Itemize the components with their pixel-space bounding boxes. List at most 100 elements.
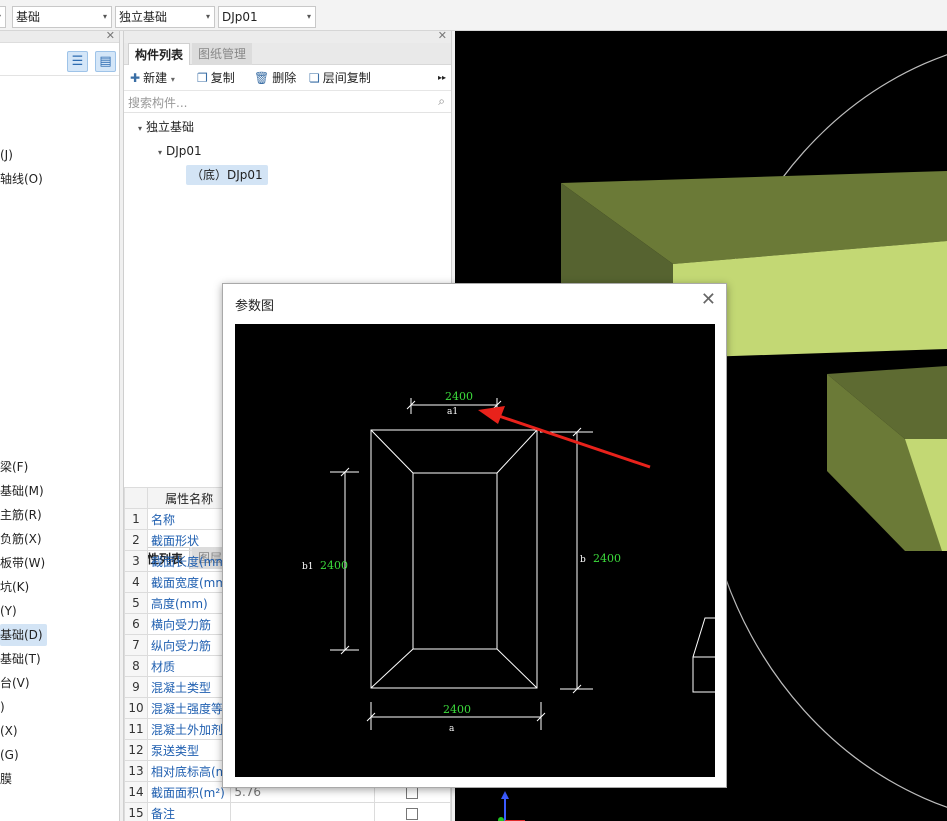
row-number: 9 <box>124 676 148 698</box>
nav-item-label: 基础(M) <box>0 484 44 498</box>
row-number: 5 <box>124 592 148 614</box>
nav-item[interactable]: 台(V) <box>0 672 30 694</box>
trash-icon: 🗑 <box>254 71 270 85</box>
property-name: 截面长度(mm <box>146 550 232 572</box>
nav-item-label: ) <box>0 700 5 714</box>
row-number: 11 <box>124 718 148 740</box>
new-icon: ✚ <box>130 71 141 85</box>
chevron-down-icon: ▾ <box>170 75 175 84</box>
property-value[interactable] <box>230 802 375 821</box>
property-name: 名称 <box>146 508 232 530</box>
row-number: 13 <box>124 760 148 782</box>
copy-icon: ❐ <box>197 71 208 85</box>
floor-copy-button-label: 层间复制 <box>322 71 371 85</box>
floor-selector[interactable]: 基础 ▾ <box>12 6 112 28</box>
navigation-panel: ✕ ☰ ▤ (J) 轴线(O) 梁(F) 基础(M) 主筋(R) 负筋(X) 板… <box>0 29 120 821</box>
parameter-diagram-dialog: 参数图 ✕ 2400 a1 b1 2400 b 2400 2400 a <box>222 283 727 788</box>
nav-item[interactable]: 主筋(R) <box>0 504 42 526</box>
nav-item[interactable]: (X) <box>0 720 18 742</box>
chevron-down-icon: ▾ <box>102 12 107 21</box>
close-icon[interactable]: ✕ <box>106 29 115 42</box>
dialog-title: 参数图 <box>235 299 275 314</box>
bottom-dimension-param: a <box>449 724 455 734</box>
nav-item[interactable]: ) <box>0 696 5 718</box>
prev-selector-fragment[interactable]: ▾ <box>0 6 6 28</box>
nav-item[interactable]: 基础(T) <box>0 648 41 670</box>
footing-outline <box>370 429 538 689</box>
row-number: 1 <box>124 508 148 530</box>
component-search[interactable]: 搜索构件... ⌕ <box>124 91 451 113</box>
tree-node-category[interactable]: ▾ 独立基础 <box>138 117 194 137</box>
nav-item[interactable]: (G) <box>0 744 19 766</box>
nav-item[interactable]: 梁(F) <box>0 456 28 478</box>
navigation-toolbar: ☰ ▤ <box>0 43 119 76</box>
property-name: 泵送类型 <box>146 739 232 761</box>
row-number: 3 <box>124 550 148 572</box>
new-button-label: 新建 <box>143 71 168 85</box>
nav-item[interactable]: (J) <box>0 144 13 166</box>
attach-checkbox[interactable] <box>406 807 419 820</box>
component-selector-value: DJp01 <box>222 10 258 24</box>
tab-component-list[interactable]: 构件列表 <box>128 43 191 65</box>
row-number: 8 <box>124 655 148 677</box>
table-header-name: 属性名称 <box>146 487 232 509</box>
row-number: 2 <box>124 529 148 551</box>
row-number: 6 <box>124 613 148 635</box>
row-number: 12 <box>124 739 148 761</box>
nav-item[interactable]: 负筋(X) <box>0 528 42 550</box>
tab-drawing-management[interactable]: 图纸管理 <box>192 43 253 65</box>
copy-button-label: 复制 <box>210 71 235 85</box>
component-tabs: 构件列表 图纸管理 <box>124 43 451 65</box>
nav-item[interactable]: 坑(K) <box>0 576 29 598</box>
nav-item[interactable]: 膜 <box>0 768 12 790</box>
property-name: 横向受力筋 <box>146 613 232 635</box>
top-selector-bar: ▾ 基础 ▾ 独立基础 ▾ DJp01 ▾ <box>0 0 947 31</box>
nav-item-label: 主筋(R) <box>0 508 42 522</box>
property-name: 备注 <box>146 802 232 821</box>
close-button[interactable]: ✕ <box>701 291 716 309</box>
close-icon[interactable]: ✕ <box>438 29 447 42</box>
table-row[interactable]: 15 备注 <box>124 802 452 821</box>
detail-view-icon[interactable]: ▤ <box>95 51 116 72</box>
foundation-parameter-drawing: 2400 a1 b1 2400 b 2400 2400 a <box>302 390 715 734</box>
search-input[interactable]: 搜索构件... <box>128 94 187 111</box>
property-name: 截面形状 <box>146 529 232 551</box>
navigation-panel-header: ✕ <box>0 29 119 43</box>
delete-button[interactable]: 🗑 删除 <box>254 69 296 87</box>
property-name: 高度(mm) <box>146 592 232 614</box>
tree-node-label: （底）DJp01 <box>191 168 263 182</box>
category-selector[interactable]: 独立基础 ▾ <box>115 6 215 28</box>
nav-item-label: 膜 <box>0 772 13 786</box>
nav-item[interactable]: (Y) <box>0 600 17 622</box>
nav-item-label: 坑(K) <box>0 580 30 594</box>
copy-button[interactable]: ❐ 复制 <box>197 69 235 87</box>
new-button[interactable]: ✚ 新建 ▾ <box>130 69 175 87</box>
property-name: 混凝土外加剂 <box>146 718 232 740</box>
property-name: 相对底标高(m <box>146 760 232 782</box>
nav-item-isolated-foundation[interactable]: 基础(D) <box>0 624 47 646</box>
expand-triangle-icon[interactable]: ▾ <box>138 124 142 133</box>
search-icon[interactable]: ⌕ <box>438 94 445 109</box>
top-dimension-value: 2400 <box>445 390 473 403</box>
table-header-num <box>124 487 148 509</box>
tree-node-label: DJp01 <box>166 144 202 158</box>
component-selector[interactable]: DJp01 ▾ <box>218 6 316 28</box>
nav-item[interactable]: 轴线(O) <box>0 168 43 190</box>
attach-checkbox[interactable] <box>406 786 419 799</box>
row-number: 10 <box>124 697 148 719</box>
component-panel-header: ✕ <box>124 29 451 43</box>
nav-item[interactable]: 板带(W) <box>0 552 45 574</box>
tree-node-component[interactable]: ▾ DJp01 <box>158 141 202 161</box>
nav-item[interactable]: 基础(M) <box>0 480 44 502</box>
floor-copy-icon: ❏ <box>309 71 320 85</box>
expand-triangle-icon[interactable]: ▾ <box>158 148 162 157</box>
tree-node-subcomponent[interactable]: （底）DJp01 <box>186 165 268 185</box>
nav-item-label: 板带(W) <box>0 556 46 570</box>
floor-copy-button[interactable]: ❏ 层间复制 <box>309 69 371 87</box>
list-view-icon[interactable]: ☰ <box>67 51 88 72</box>
property-name: 纵向受力筋 <box>146 634 232 656</box>
more-tools-button[interactable]: ▸▸ <box>438 69 446 87</box>
property-name: 混凝土类型 <box>146 676 232 698</box>
nav-item-label: (Y) <box>0 604 17 618</box>
nav-item-label: 负筋(X) <box>0 532 42 546</box>
